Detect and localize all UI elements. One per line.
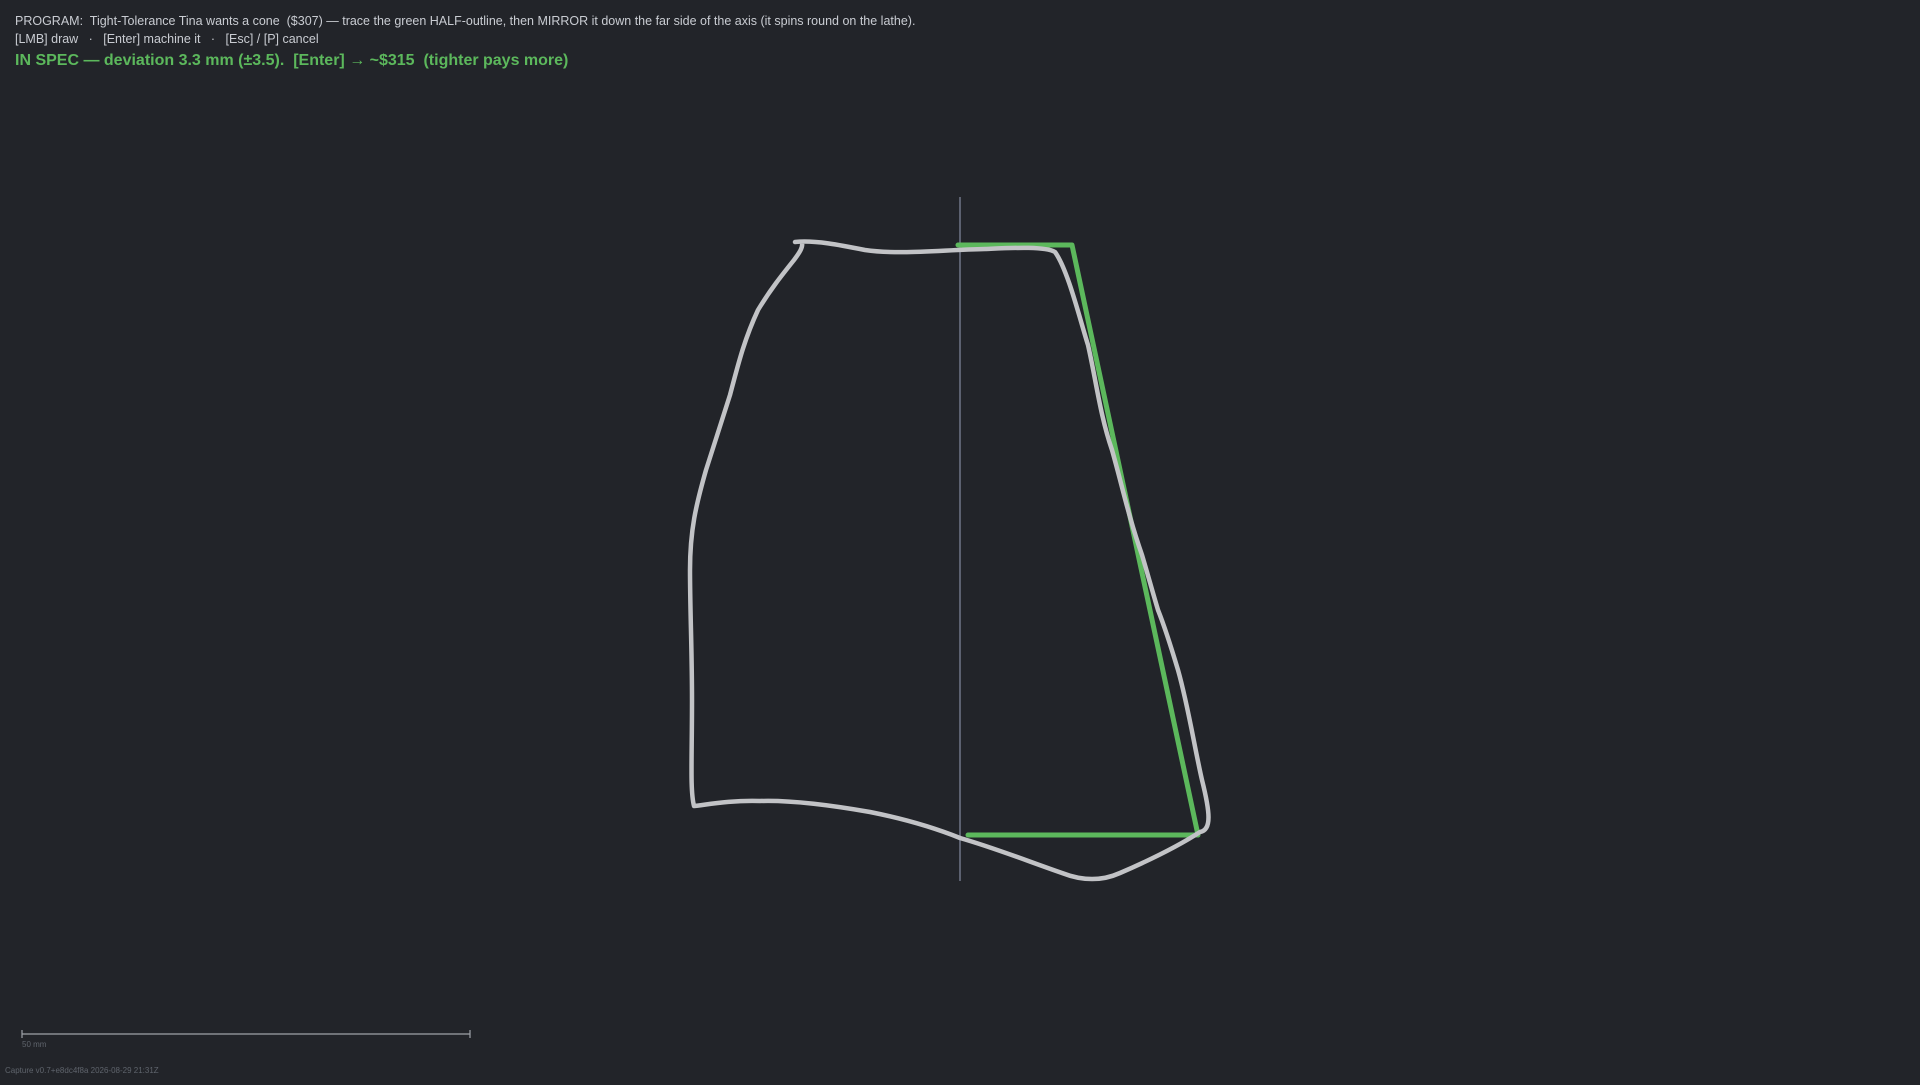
program-instructions: PROGRAM: Tight-Tolerance Tina wants a co… xyxy=(15,14,916,28)
scale-bar-label: 50 mm xyxy=(22,1040,47,1049)
controls-hint: [LMB] draw · [Enter] machine it · [Esc] … xyxy=(15,32,915,46)
draw-hint: [LMB] draw xyxy=(15,32,79,46)
hint-separator: · xyxy=(88,32,93,46)
scale-bar xyxy=(21,1030,471,1038)
cancel-hint: [Esc] / [P] cancel xyxy=(225,32,319,46)
machine-hint: [Enter] machine it xyxy=(103,32,201,46)
lathe-canvas[interactable] xyxy=(0,0,1920,1080)
spec-status: IN SPEC — deviation 3.3 mm (±3.5). [Ente… xyxy=(15,52,569,69)
player-drawn-stroke xyxy=(687,239,1211,882)
hint-separator: · xyxy=(210,32,216,46)
target-half-outline xyxy=(955,242,1201,838)
capture-stamp: Capture v0.7+e8dc4f8a 2026-08-29 21:31Z xyxy=(5,1066,159,1075)
hud-panel: PROGRAM: Tight-Tolerance Tina wants a co… xyxy=(15,14,915,70)
